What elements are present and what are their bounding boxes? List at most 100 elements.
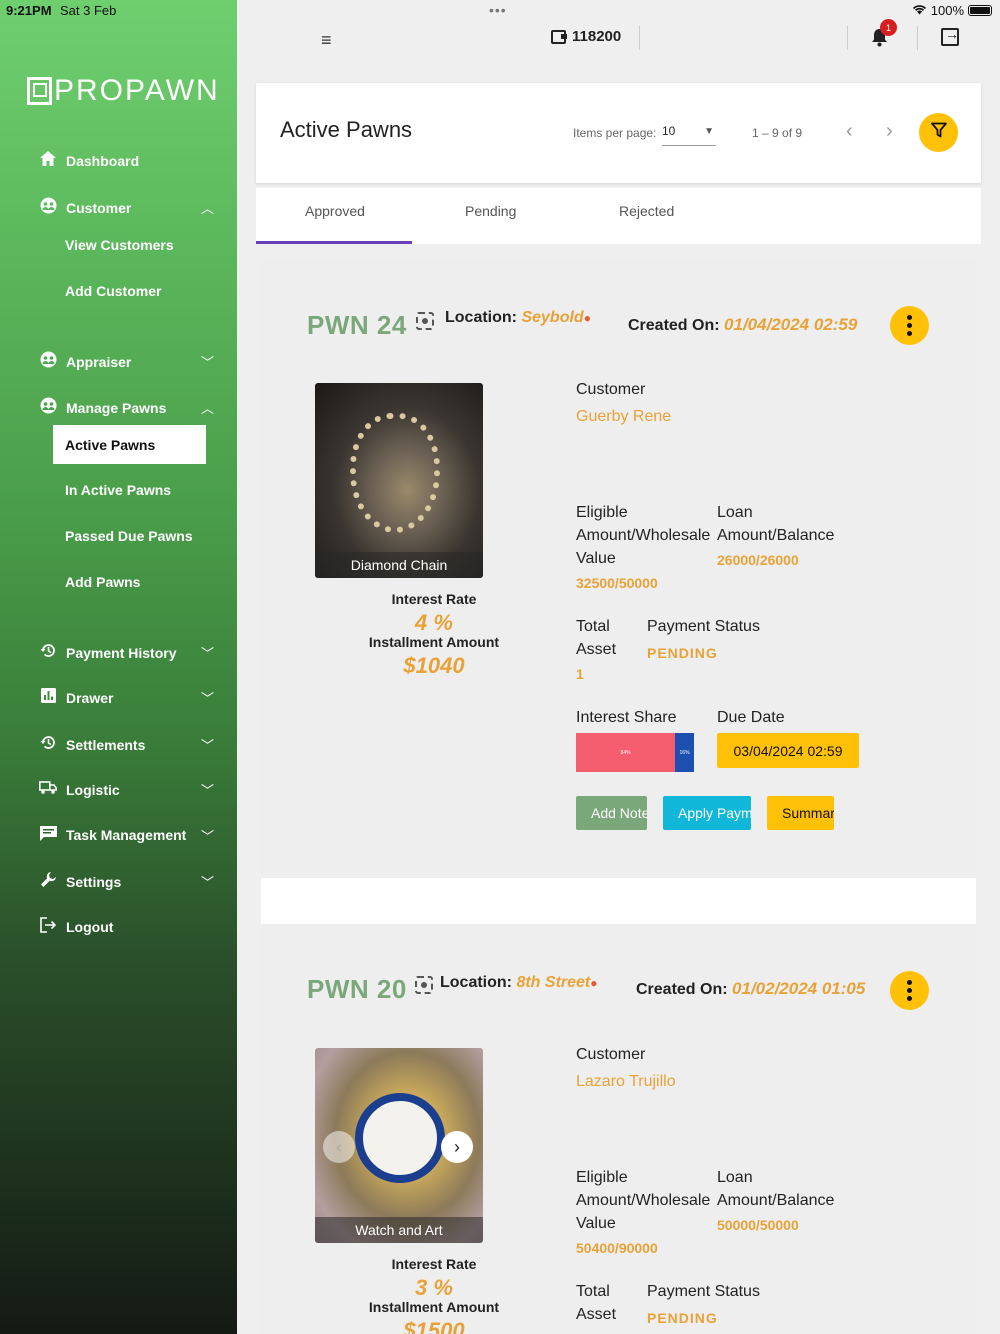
summary-button[interactable]: Summary [767,796,834,830]
status-time: 9:21PM [6,3,52,18]
more-options-button[interactable] [890,306,929,345]
customer-name[interactable]: Guerby Rene [576,408,671,426]
sidebar-item-label: Dashboard [66,152,140,169]
pagination-range: 1 – 9 of 9 [752,126,803,140]
eligible-label-line: Amount/Wholesale [576,1192,711,1209]
next-photo-icon[interactable]: › [441,1131,473,1163]
page-title: Active Pawns [280,117,413,142]
sidebar-subitem-add-pawns[interactable]: Add Pawns [65,574,140,590]
total-asset-label-line: Asset [576,1306,617,1323]
sidebar-item-task-management[interactable]: Task Management ﹀ [38,825,218,845]
chevron-up-icon[interactable]: ︿ [201,398,214,417]
sidebar-item-logout[interactable]: Logout [38,917,218,937]
customer-name[interactable]: Lazaro Trujillo [576,1073,676,1091]
due-date-button[interactable]: 03/04/2024 02:59 [717,733,859,768]
sidebar-item-payment-history[interactable]: Payment History ﹀ [38,642,218,663]
chevron-down-icon[interactable]: ﹀ [201,826,214,845]
sidebar-item-appraiser[interactable]: Appraiser ﹀ [38,351,218,372]
sidebar-item-settings[interactable]: Settings ﹀ [38,871,218,892]
pawn-id: PWN 20 [307,974,407,1004]
wallet-balance[interactable]: 118200 [551,28,621,45]
total-asset-label-line: Total [576,618,610,635]
location-label: Location: [440,974,512,991]
chevron-down-icon[interactable]: ﹀ [201,872,214,891]
hamburger-menu-icon[interactable]: ≡ [321,30,332,51]
eligible-value: 32500/50000 [576,575,658,591]
sidebar-item-logistic[interactable]: Logistic ﹀ [38,780,218,799]
sidebar-item-drawer[interactable]: Drawer ﹀ [38,688,218,707]
sidebar-item-label: Logistic [66,781,120,798]
sidebar-subitem-view-customers[interactable]: View Customers [65,237,174,253]
eligible-label: Eligible Amount/Wholesale Value [576,501,710,570]
loan-label: Loan Amount/Balance [717,501,834,547]
sidebar-item-label: Customer [66,199,132,216]
chevron-down-icon[interactable]: ﹀ [201,643,214,662]
chevron-down-icon[interactable]: ﹀ [201,735,214,754]
tab-rejected[interactable]: Rejected [619,203,674,219]
filter-button[interactable] [919,113,958,152]
status-bar: 9:21PM Sat 3 Feb ••• 100% [0,0,1000,22]
scan-icon[interactable] [415,976,433,994]
eligible-label-line: Eligible [576,1169,628,1186]
next-page-icon[interactable]: › [886,120,893,143]
sidebar-item-manage-pawns[interactable]: Manage Pawns ︿ [38,397,218,418]
home-icon [38,151,58,170]
chart-icon [38,688,58,707]
battery-percent: 100% [930,3,964,18]
eligible-label-line: Value [576,1215,616,1232]
previous-photo-icon[interactable]: ‹ [323,1131,355,1163]
loan-label-line: Loan [717,1169,753,1186]
sidebar-item-label: Drawer [66,689,114,706]
loan-balance-value: 50000/50000 [717,1217,799,1233]
location-value: Seybold [521,309,584,326]
sidebar-subitem-inactive-pawns[interactable]: In Active Pawns [65,482,171,498]
sidebar-item-label: Manage Pawns [66,399,167,416]
interest-share-label: Interest Share [576,709,677,726]
interest-rate-value: 3 % [415,1275,453,1300]
sidebar-item-settlements[interactable]: Settlements ﹀ [38,734,218,755]
task-icon [38,825,58,845]
pawn-photo[interactable]: Diamond Chain [315,383,483,578]
pawn-location: Location: 8th Street● [440,974,598,992]
total-asset-label: Total Asset [576,615,616,661]
interest-rate-value: 4 % [415,610,453,635]
apply-payment-button[interactable]: Apply Payment [663,796,751,830]
pawn-photo[interactable]: ‹ › Watch and Art [315,1048,483,1243]
items-per-page-select[interactable]: 10 ▼ [662,124,716,146]
payment-status-value: PENDING [647,645,718,661]
divider [917,26,918,50]
exit-icon[interactable] [941,26,959,46]
sidebar-subitem-add-customer[interactable]: Add Customer [65,283,161,299]
multitask-dots[interactable]: ••• [489,2,507,18]
items-per-page-label: Items per page: [573,126,657,140]
add-note-button[interactable]: Add Note [576,796,647,830]
interest-share-segment: 84% [576,733,676,772]
more-options-button[interactable] [890,971,929,1010]
tab-approved[interactable]: Approved [305,203,365,219]
payment-status-label: Payment Status [647,618,760,635]
photo-caption: Diamond Chain [315,552,483,578]
people-icon [38,351,58,372]
sidebar-item-customer[interactable]: Customer ︿ [38,197,218,218]
customer-label: Customer [576,1046,646,1063]
interest-rate-label: Interest Rate [391,1256,477,1272]
pawn-card: PWN 24 Location: Seybold● Created On: 01… [261,260,976,878]
items-per-page-value: 10 [662,124,676,138]
chevron-down-icon[interactable]: ﹀ [201,688,214,707]
sidebar-subitem-passed-due-pawns[interactable]: Passed Due Pawns [65,528,193,544]
status-date: Sat 3 Feb [60,3,117,18]
installment-amount-value: $1040 [403,653,465,678]
chevron-up-icon[interactable]: ︿ [201,198,214,217]
previous-page-icon[interactable]: ‹ [846,120,853,143]
wallet-icon [551,29,567,44]
scan-icon[interactable] [416,312,434,330]
sidebar-item-dashboard[interactable]: Dashboard [38,151,218,170]
tab-pending[interactable]: Pending [465,203,516,219]
chevron-down-icon[interactable]: ﹀ [201,780,214,799]
installment-amount-label: Installment Amount [368,634,500,650]
chevron-down-icon[interactable]: ﹀ [201,352,214,371]
sidebar-subitem-active-pawns[interactable]: Active Pawns [53,425,206,464]
brand-logo[interactable]: PROPAWN [27,74,220,108]
status-tabs: Approved Pending Rejected [256,188,981,244]
total-asset-label-line: Total [576,1283,610,1300]
